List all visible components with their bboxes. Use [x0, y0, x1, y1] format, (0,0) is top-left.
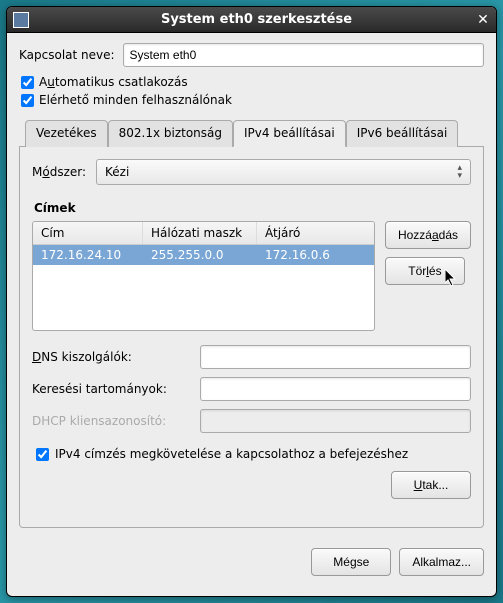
extra-fields: DNS kiszolgálók: Keresési tartományok: D…	[32, 345, 471, 441]
address-buttons: Hozzáadás Törlés	[385, 221, 471, 331]
addresses-area: Cím Hálózati maszk Átjáró 172.16.24.10 2…	[32, 221, 471, 331]
window-title: System eth0 szerkesztése	[37, 12, 476, 27]
dns-input[interactable]	[200, 345, 471, 369]
search-domains-label: Keresési tartományok:	[32, 382, 200, 396]
dns-label: DNS kiszolgálók:	[32, 350, 200, 364]
chevron-updown-icon: ▴▾	[457, 164, 462, 180]
routes-row: Utak...	[32, 471, 471, 507]
auto-connect-checkbox[interactable]	[21, 76, 34, 89]
apply-button[interactable]: Alkalmaz...	[399, 548, 484, 576]
auto-connect-label: Automatikus csatlakozás	[39, 75, 188, 89]
dialog-footer: Mégse Alkalmaz...	[7, 538, 496, 596]
col-netmask[interactable]: Hálózati maszk	[143, 222, 257, 244]
add-button[interactable]: Hozzáadás	[385, 221, 471, 249]
col-gateway[interactable]: Átjáró	[257, 222, 374, 244]
app-icon	[13, 12, 29, 28]
connection-name-row: Kapcsolat neve:	[19, 43, 484, 67]
method-combo[interactable]: Kézi ▴▾	[96, 159, 471, 185]
auto-connect-row: Automatikus csatlakozás	[21, 75, 484, 89]
tab-ipv6[interactable]: IPv6 beállításai	[346, 120, 459, 147]
require-ipv4-label: IPv4 címzés megkövetelése a kapcsolathoz…	[55, 447, 408, 461]
tab-wired[interactable]: Vezetékes	[25, 120, 108, 147]
titlebar[interactable]: System eth0 szerkesztése ✕	[7, 7, 496, 33]
search-domains-input[interactable]	[200, 377, 471, 401]
dialog-window: System eth0 szerkesztése ✕ Kapcsolat nev…	[6, 6, 497, 597]
method-label: Módszer:	[32, 165, 86, 179]
method-value: Kézi	[105, 165, 129, 179]
cell-netmask: 255.255.0.0	[143, 245, 257, 265]
dhcp-client-id-input	[200, 409, 471, 433]
require-ipv4-row: IPv4 címzés megkövetelése a kapcsolathoz…	[36, 447, 471, 461]
cell-address: 172.16.24.10	[33, 245, 143, 265]
tab-ipv4[interactable]: IPv4 beállításai	[233, 120, 346, 147]
addresses-label: Címek	[34, 201, 471, 215]
col-address[interactable]: Cím	[33, 222, 143, 244]
available-all-row: Elérhető minden felhasználónak	[21, 93, 484, 107]
routes-button[interactable]: Utak...	[391, 471, 471, 499]
available-all-checkbox[interactable]	[21, 94, 34, 107]
require-ipv4-checkbox[interactable]	[36, 448, 49, 461]
table-header: Cím Hálózati maszk Átjáró	[33, 222, 374, 245]
table-row[interactable]: 172.16.24.10 255.255.0.0 172.16.0.6	[33, 245, 374, 265]
ipv4-panel: Módszer: Kézi ▴▾ Címek Cím Hálózati masz…	[19, 147, 484, 528]
cancel-button[interactable]: Mégse	[311, 548, 391, 576]
tab-security[interactable]: 802.1x biztonság	[108, 120, 233, 147]
method-row: Módszer: Kézi ▴▾	[32, 159, 471, 185]
tab-bar: Vezetékes 802.1x biztonság IPv4 beállítá…	[19, 119, 484, 147]
cursor-icon	[445, 269, 459, 289]
addresses-table[interactable]: Cím Hálózati maszk Átjáró 172.16.24.10 2…	[32, 221, 375, 331]
dhcp-client-id-label: DHCP kliensazonosító:	[32, 414, 200, 428]
close-icon[interactable]: ✕	[476, 12, 490, 28]
connection-name-input[interactable]	[123, 43, 484, 67]
content-area: Kapcsolat neve: Automatikus csatlakozás …	[7, 33, 496, 538]
available-all-label: Elérhető minden felhasználónak	[39, 93, 232, 107]
connection-name-label: Kapcsolat neve:	[19, 48, 115, 62]
cell-gateway: 172.16.0.6	[257, 245, 374, 265]
